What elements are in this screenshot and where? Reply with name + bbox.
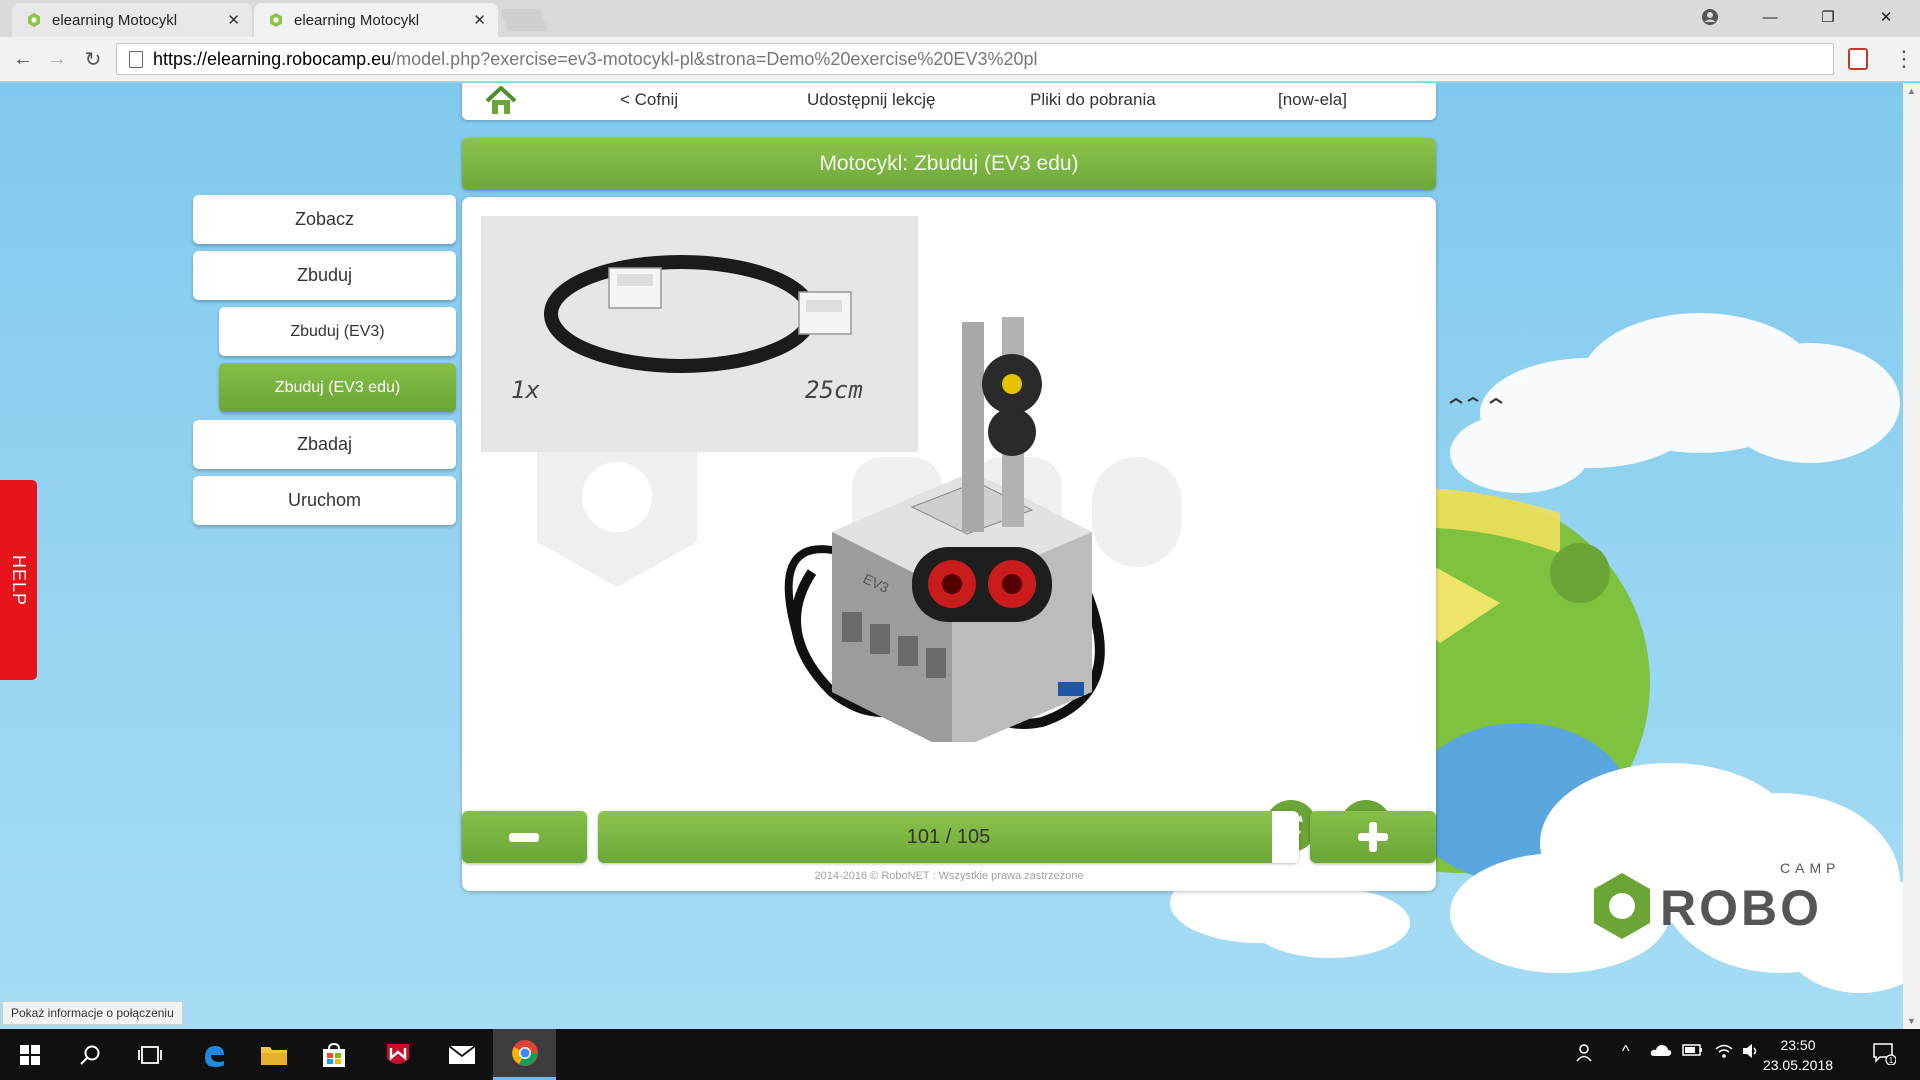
wifi-icon[interactable] [1714,1043,1734,1064]
back-link[interactable]: < Cofnij [620,90,678,110]
sidebar-item-label: Zobacz [294,209,355,229]
store-icon[interactable] [304,1029,364,1080]
clock-time: 23:50 [1780,1037,1816,1053]
downloads-link[interactable]: Pliki do pobrania [1030,90,1156,110]
start-icon[interactable] [0,1029,60,1080]
mcafee-icon[interactable] [368,1029,428,1080]
close-window-icon[interactable]: ✕ [1858,0,1914,34]
url-input[interactable]: https://elearning.robocamp.eu/model.php?… [116,43,1834,75]
mail-icon[interactable] [432,1029,492,1080]
tab-title: elearning Motocykl [52,11,178,29]
extension-shield-icon[interactable] [1848,48,1868,70]
address-bar-row: ← → ↻ https://elearning.robocamp.eu/mode… [0,37,1920,82]
clock-date: 23.05.2018 [1762,1057,1834,1073]
onedrive-icon[interactable] [1650,1043,1672,1062]
tab-title: elearning Motocykl [294,11,420,29]
sidebar-item-label: Uruchom [287,490,362,510]
logo-camp-text: CAMP [1780,860,1840,876]
page-info-icon[interactable] [129,50,143,68]
help-label: HELP [9,554,29,606]
help-tab[interactable]: HELP [0,480,37,680]
top-menu: < Cofnij Udostępnij lekcję Pliki do pobr… [462,83,1436,120]
ev3-model-image: EV3 [784,317,1105,742]
previous-step-button[interactable] [462,811,587,863]
url-host: https://elearning.robocamp.eu [153,48,392,69]
build-instruction-panel: 1x 25cm EV3 [462,197,1436,891]
minimize-icon[interactable]: — [1742,0,1798,34]
sidebar-item-zobacz[interactable]: Zobacz [193,195,456,244]
sidebar-item-zbuduj-ev3-edu[interactable]: Zbuduj (EV3 edu) [219,363,456,412]
user-account-link[interactable]: [now-ela] [1278,90,1347,110]
windows-taskbar: ^ 23:50 23.05.2018 1 [0,1029,1920,1080]
url-path: /model.php?exercise=ev3-motocykl-pl&stro… [391,48,1038,69]
sidebar-item-label: Zbadaj [296,434,353,454]
step-counter: 101 / 105 [906,825,991,848]
tray-expand-icon[interactable]: ^ [1622,1043,1630,1061]
sidebar-item-label: Zbuduj (EV3) [290,322,385,340]
logo-robo-text: ROBO [1660,880,1822,936]
sidebar-item-zbuduj-ev3[interactable]: Zbuduj (EV3) [219,307,456,356]
step-progress: 101 / 105 [598,811,1299,863]
sidebar-item-uruchom[interactable]: Uruchom [193,476,456,525]
part-quantity: 1x [511,376,540,404]
action-center-icon[interactable]: 1 [1872,1041,1897,1070]
restore-icon[interactable]: ❐ [1800,0,1856,34]
people-icon[interactable] [1576,1043,1596,1068]
robocamp-logo: CAMP ROBO [1594,860,1840,939]
forward-arrow-icon[interactable]: → [44,46,70,72]
chrome-icon[interactable] [493,1029,556,1080]
profile-icon[interactable] [1682,0,1738,34]
copyright-footer: 2014-2016 © RoboNET : Wszystkie prawa za… [814,870,1084,882]
sidebar-item-label: Zbuduj [296,265,353,285]
battery-icon[interactable] [1682,1043,1704,1062]
browser-menu-icon[interactable]: ⋮ [1893,46,1915,72]
new-tab-button[interactable] [499,9,549,31]
page-title-text: Motocykl: Zbuduj (EV3 edu) [819,152,1079,175]
robocamp-favicon [270,13,282,27]
page-scrollbar[interactable]: ▲ ▼ [1903,83,1920,1029]
connection-info-tooltip: Pokaż informacje o połączeniu [2,1001,183,1025]
robocamp-favicon [28,13,40,27]
edge-browser-icon[interactable] [184,1029,244,1080]
task-view-icon[interactable] [120,1029,180,1080]
scroll-down-icon[interactable]: ▼ [1907,1016,1916,1026]
sidebar-item-label: Zbuduj (EV3 edu) [274,378,401,396]
scroll-up-icon[interactable]: ▲ [1907,86,1916,96]
file-explorer-icon[interactable] [244,1029,304,1080]
close-tab-icon[interactable]: ✕ [227,11,240,29]
sidebar-item-zbuduj[interactable]: Zbuduj [193,251,456,300]
home-icon[interactable] [484,85,518,117]
sidebar-item-zbadaj[interactable]: Zbadaj [193,420,456,469]
share-lesson-link[interactable]: Udostępnij lekcję [807,90,936,110]
browser-tab-bar: elearning Motocykl ✕ elearning Motocykl … [0,0,1920,37]
page-title: Motocykl: Zbuduj (EV3 edu) [462,138,1436,190]
page-viewport: < Cofnij Udostępnij lekcję Pliki do pobr… [0,83,1920,1029]
notification-count: 1 [1889,1056,1894,1065]
tab-elearning-1[interactable]: elearning Motocykl ✕ [12,3,252,37]
search-icon[interactable] [60,1029,120,1080]
system-clock[interactable]: 23:50 23.05.2018 [1758,1035,1838,1075]
close-tab-icon[interactable]: ✕ [473,11,486,29]
next-step-button[interactable] [1310,811,1436,863]
tab-elearning-2[interactable]: elearning Motocykl ✕ [254,3,498,37]
reload-icon[interactable]: ↻ [80,46,106,72]
back-arrow-icon[interactable]: ← [10,46,36,72]
